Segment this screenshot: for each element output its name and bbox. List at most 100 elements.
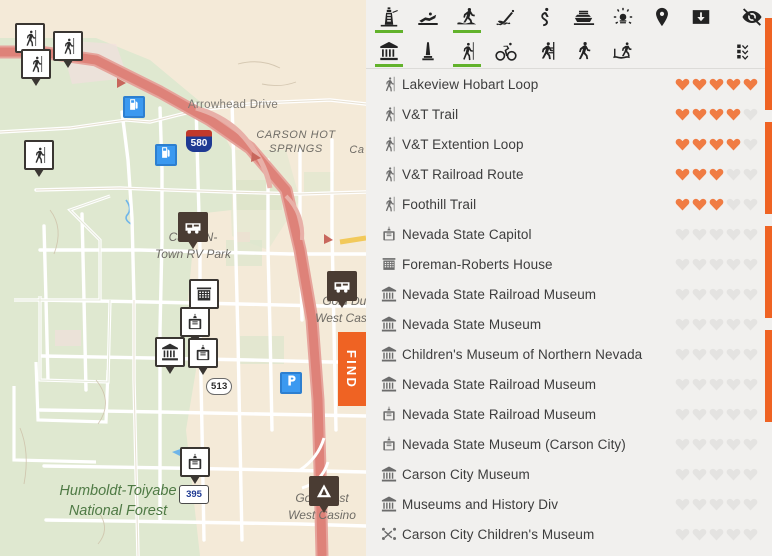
rating-hearts[interactable]	[673, 107, 772, 121]
list-item[interactable]: Nevada State Railroad Museum	[366, 399, 772, 429]
results-list[interactable]: Lakeview Hobart Loop V&T Trail V&T Extenti…	[366, 69, 772, 556]
map-pin-hiking-4[interactable]	[24, 140, 54, 177]
hiker-icon	[456, 40, 478, 62]
rating-hearts[interactable]	[673, 287, 772, 301]
map-pin-museum-columns-1[interactable]	[155, 337, 185, 374]
rating-hearts[interactable]	[673, 407, 772, 421]
fireworks-icon	[612, 6, 634, 28]
map-pin-casino-south[interactable]	[309, 476, 339, 513]
tent-icon	[314, 481, 334, 501]
list-item[interactable]: Foothill Trail	[366, 189, 772, 219]
toggle-hide-visited[interactable]	[737, 2, 767, 32]
list-item[interactable]: Nevada State Museum	[366, 309, 772, 339]
filter-monument[interactable]	[413, 36, 443, 66]
list-item-name: V&T Railroad Route	[402, 166, 524, 182]
rating-hearts[interactable]	[673, 197, 772, 211]
columns-icon	[376, 285, 402, 303]
filter-toolbar-row-2	[366, 34, 772, 68]
map-pin-fuel-1[interactable]	[123, 96, 145, 118]
hiker-icon	[29, 145, 49, 165]
filter-lighthouse[interactable]	[374, 2, 404, 33]
hiker-icon	[376, 75, 402, 93]
filter-map-marker[interactable]	[647, 2, 677, 32]
filter-fireworks[interactable]	[608, 2, 638, 32]
filter-toolbar-row-1	[366, 0, 772, 34]
rv-icon	[183, 217, 203, 237]
hiker-icon	[20, 28, 40, 48]
filter-water-ski[interactable]	[608, 36, 638, 66]
filter-surfing[interactable]	[452, 2, 482, 33]
map-pin-museum-stack-b[interactable]	[188, 338, 218, 375]
list-chevrons-icon	[735, 41, 756, 62]
rating-hearts[interactable]	[673, 497, 772, 511]
map-pin-hiking-3[interactable]	[21, 49, 51, 86]
map-pin-rv-park[interactable]	[178, 212, 208, 249]
columns-icon	[376, 315, 402, 333]
map-pin-layer[interactable]	[0, 0, 366, 556]
list-options[interactable]	[730, 36, 760, 66]
walker-icon	[573, 40, 595, 62]
rating-hearts[interactable]	[673, 257, 772, 271]
map-pin-fuel-2[interactable]	[155, 144, 177, 166]
map-pin-icon	[651, 6, 673, 28]
rating-hearts[interactable]	[673, 377, 772, 391]
list-item[interactable]: Carson City Children's Museum	[366, 519, 772, 549]
list-item[interactable]: Children's Museum of Northern Nevada	[366, 339, 772, 369]
filter-walking[interactable]	[569, 36, 599, 66]
toolbar-row-1-actions	[725, 2, 772, 32]
rating-hearts[interactable]	[673, 467, 772, 481]
capitol-icon	[185, 312, 205, 332]
filter-climbing[interactable]	[530, 36, 560, 66]
list-item[interactable]: Nevada State Museum (Carson City)	[366, 429, 772, 459]
hiker-icon	[376, 165, 402, 183]
capitol-icon	[185, 452, 205, 472]
filter-boat-ramp[interactable]	[569, 2, 599, 32]
filter-museum[interactable]	[374, 36, 404, 67]
columns-icon	[376, 465, 402, 483]
list-item-name: Foothill Trail	[402, 196, 477, 212]
rv-icon	[332, 276, 352, 296]
map-pin-museum-stack-c[interactable]	[180, 447, 210, 484]
find-tab-button[interactable]: FIND	[338, 332, 366, 406]
filter-hang-gliding[interactable]	[413, 2, 443, 32]
filter-cycling[interactable]	[491, 36, 521, 66]
fuel-icon	[127, 97, 142, 117]
list-item[interactable]: Nevada State Capitol	[366, 219, 772, 249]
list-item[interactable]: Museums and History Div	[366, 489, 772, 519]
fuel-icon	[159, 145, 174, 165]
map-pin-casino-north[interactable]	[327, 271, 357, 308]
toolbar-row-2-actions	[718, 36, 772, 66]
list-item-name: Lakeview Hobart Loop	[402, 76, 539, 92]
list-item[interactable]: Nevada State Railroad Museum	[366, 369, 772, 399]
climber-icon	[534, 40, 556, 62]
rating-hearts[interactable]	[673, 77, 772, 91]
rating-hearts[interactable]	[673, 527, 772, 541]
list-item[interactable]: V&T Extention Loop	[366, 129, 772, 159]
filter-hiking[interactable]	[452, 36, 482, 67]
map-pin-museum-stack-a[interactable]	[180, 307, 210, 344]
map-pin-parking-1[interactable]	[280, 372, 302, 394]
rating-hearts[interactable]	[673, 167, 772, 181]
map-canvas[interactable]: Arrowhead DriveCARSON HOT SPRINGSCaCamp-…	[0, 0, 366, 556]
list-item[interactable]: Lakeview Hobart Loop	[366, 69, 772, 99]
parking-icon	[284, 373, 299, 393]
map-pin-hiking-2[interactable]	[53, 31, 83, 68]
list-item-name: Nevada State Railroad Museum	[402, 376, 597, 392]
rating-hearts[interactable]	[673, 227, 772, 241]
capitol-icon	[376, 405, 402, 423]
list-item[interactable]: Carson City Museum	[366, 459, 772, 489]
list-item[interactable]: V&T Railroad Route	[366, 159, 772, 189]
rating-hearts[interactable]	[673, 317, 772, 331]
list-item[interactable]: Foreman-Roberts House	[366, 249, 772, 279]
filter-download[interactable]	[686, 2, 716, 32]
filter-fishing[interactable]	[491, 2, 521, 32]
rating-hearts[interactable]	[673, 137, 772, 151]
rating-hearts[interactable]	[673, 437, 772, 451]
map-pin-foreman-roberts-house[interactable]	[189, 279, 219, 316]
grid-building-icon	[194, 284, 214, 304]
filter-diving[interactable]	[530, 2, 560, 32]
hiker-icon	[376, 105, 402, 123]
rating-hearts[interactable]	[673, 347, 772, 361]
list-item[interactable]: Nevada State Railroad Museum	[366, 279, 772, 309]
list-item[interactable]: V&T Trail	[366, 99, 772, 129]
